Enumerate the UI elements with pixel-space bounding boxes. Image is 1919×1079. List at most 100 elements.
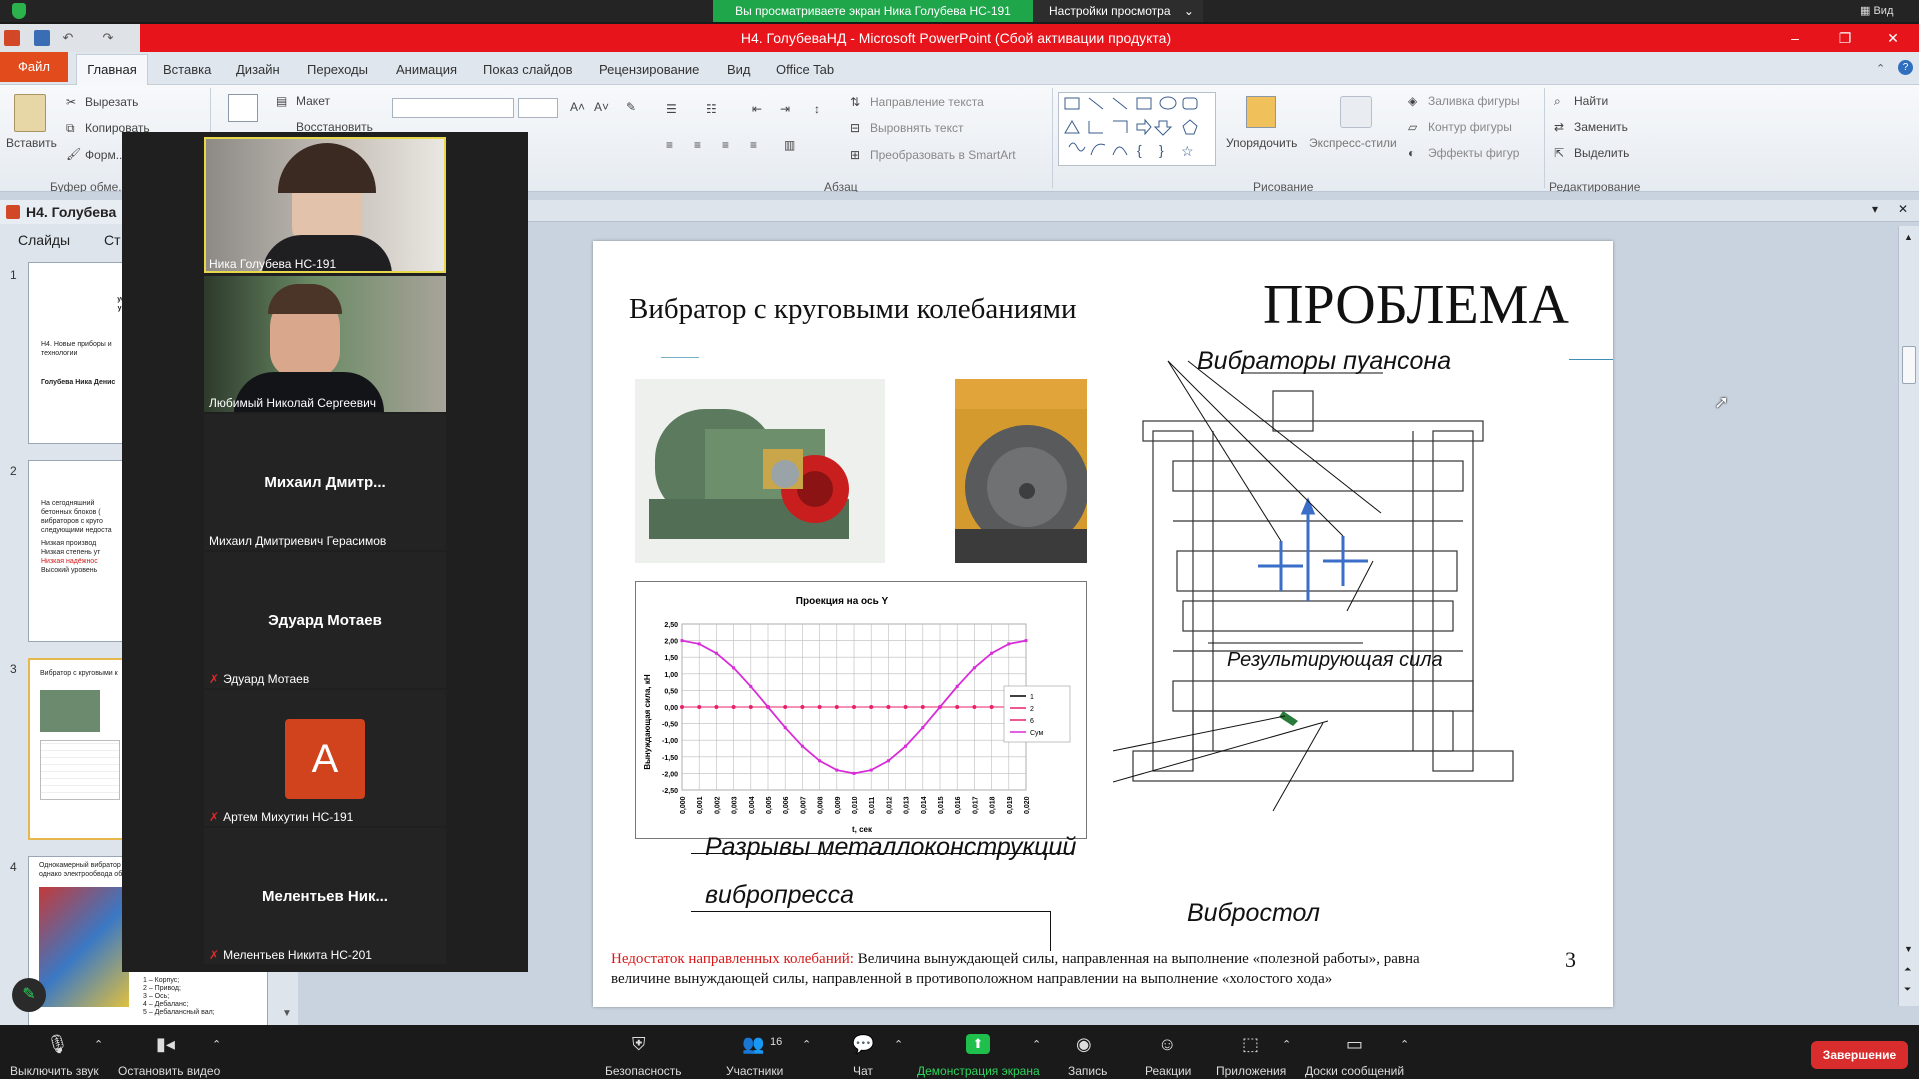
- tab-design[interactable]: Дизайн: [236, 62, 280, 77]
- whiteboards-button[interactable]: Доски сообщений: [1305, 1064, 1404, 1078]
- chevron-up-icon[interactable]: ⌃: [802, 1038, 811, 1051]
- chevron-up-icon[interactable]: ⌃: [1400, 1038, 1409, 1051]
- participants-icon[interactable]: 👥: [742, 1034, 764, 1055]
- font-name-select[interactable]: [392, 98, 514, 118]
- file-tab[interactable]: Файл: [0, 52, 68, 82]
- line-spacing-icon[interactable]: ↕: [814, 102, 820, 116]
- tab-home[interactable]: Главная: [76, 54, 148, 85]
- chevron-up-icon[interactable]: ⌃: [1032, 1038, 1041, 1051]
- tab-outline[interactable]: Ст: [104, 232, 121, 248]
- tab-slides[interactable]: Слайды: [18, 232, 70, 248]
- divider: [1544, 88, 1545, 188]
- reactions-icon[interactable]: ☺: [1158, 1034, 1176, 1055]
- chevron-up-icon[interactable]: ⌃: [212, 1038, 221, 1051]
- arrange-button[interactable]: Упорядочить: [1226, 136, 1297, 150]
- help-icon[interactable]: ?: [1898, 60, 1913, 75]
- bullets-icon[interactable]: ☰: [666, 102, 677, 116]
- smartart-button[interactable]: Преобразовать в SmartArt: [870, 148, 1016, 162]
- video-camera-icon[interactable]: ▮◂: [156, 1034, 175, 1055]
- paste-button[interactable]: Вставить: [6, 136, 57, 150]
- font-grow-icon[interactable]: A˄: [570, 100, 585, 114]
- format-painter-button[interactable]: Форм...: [85, 148, 126, 162]
- annotate-icon[interactable]: ✎: [12, 978, 46, 1012]
- view-menu-button[interactable]: ▦ Вид: [1860, 0, 1919, 22]
- numbering-icon[interactable]: ☷: [706, 102, 717, 116]
- replace-button[interactable]: Заменить: [1574, 120, 1628, 134]
- end-meeting-button[interactable]: Завершение: [1811, 1041, 1908, 1069]
- restore-icon[interactable]: ❐: [1822, 24, 1868, 52]
- tab-review[interactable]: Рецензирование: [599, 62, 699, 77]
- quick-styles-button[interactable]: Экспресс-стили: [1309, 136, 1397, 150]
- shape-effects-button[interactable]: Эффекты фигур: [1428, 146, 1519, 160]
- share-screen-button[interactable]: Демонстрация экрана: [917, 1064, 1040, 1078]
- security-shield-icon[interactable]: ⛨: [632, 1034, 646, 1055]
- undo-icon[interactable]: ↶: [60, 30, 76, 46]
- clear-format-icon[interactable]: ✎: [626, 100, 636, 114]
- tab-animation[interactable]: Анимация: [396, 62, 457, 77]
- document-icon: [6, 205, 20, 219]
- justify-icon[interactable]: ≡: [750, 138, 757, 152]
- cut-button[interactable]: Вырезать: [85, 95, 138, 109]
- columns-icon[interactable]: ▥: [784, 138, 795, 152]
- tab-insert[interactable]: Вставка: [163, 62, 211, 77]
- minimize-icon[interactable]: –: [1772, 24, 1818, 52]
- record-icon[interactable]: ◉: [1076, 1034, 1092, 1055]
- microphone-icon[interactable]: 🎙: [46, 1034, 69, 1055]
- new-slide-icon[interactable]: [228, 94, 258, 122]
- redo-icon[interactable]: ↷: [100, 30, 116, 46]
- paste-icon[interactable]: [14, 94, 46, 132]
- font-size-select[interactable]: [518, 98, 558, 118]
- align-left-icon[interactable]: ≡: [666, 138, 673, 152]
- video-tile-1[interactable]: [204, 137, 446, 273]
- chevron-up-icon[interactable]: ⌃: [1282, 1038, 1291, 1051]
- tab-transitions[interactable]: Переходы: [307, 62, 368, 77]
- scroll-up-icon[interactable]: ▲: [1904, 232, 1913, 242]
- apps-button[interactable]: Приложения: [1216, 1064, 1286, 1078]
- scroll-thumb[interactable]: [1902, 346, 1916, 384]
- quick-styles-icon[interactable]: [1340, 96, 1372, 128]
- chevron-up-icon[interactable]: ⌃: [894, 1038, 903, 1051]
- record-button[interactable]: Запись: [1068, 1064, 1107, 1078]
- arrange-icon[interactable]: [1246, 96, 1276, 128]
- tab-office[interactable]: Office Tab: [776, 62, 834, 77]
- tab-slideshow[interactable]: Показ слайдов: [483, 62, 573, 77]
- view-options-button[interactable]: Настройки просмотра ⌄: [1033, 0, 1203, 22]
- whiteboard-icon[interactable]: ▭: [1346, 1034, 1363, 1055]
- participants-button[interactable]: Участники: [726, 1064, 783, 1078]
- increase-indent-icon[interactable]: ⇥: [780, 102, 790, 116]
- security-button[interactable]: Безопасность: [605, 1064, 682, 1078]
- tab-view[interactable]: Вид: [727, 62, 751, 77]
- slide-canvas[interactable]: Вибратор с круговыми колебаниями ПРОБЛЕМ…: [593, 241, 1613, 1007]
- chat-button[interactable]: Чат: [853, 1064, 873, 1078]
- save-icon[interactable]: [34, 30, 50, 46]
- layout-button[interactable]: Макет: [296, 94, 330, 108]
- align-right-icon[interactable]: ≡: [722, 138, 729, 152]
- decrease-indent-icon[interactable]: ⇤: [752, 102, 762, 116]
- select-button[interactable]: Выделить: [1574, 146, 1629, 160]
- apps-icon[interactable]: ⬚: [1242, 1034, 1259, 1055]
- font-shrink-icon[interactable]: A˅: [594, 100, 609, 114]
- reactions-button[interactable]: Реакции: [1145, 1064, 1191, 1078]
- text-direction-button[interactable]: Направление текста: [870, 95, 984, 109]
- scroll-down-icon[interactable]: ▼: [282, 1008, 292, 1019]
- share-screen-icon[interactable]: ⬆: [966, 1034, 990, 1054]
- tab-list-icon[interactable]: ▾: [1872, 202, 1878, 216]
- prev-slide-icon[interactable]: ⏶: [1904, 964, 1911, 975]
- stop-video-button[interactable]: Остановить видео: [118, 1064, 220, 1078]
- scroll-down-icon[interactable]: ▼: [1904, 944, 1913, 954]
- shape-outline-button[interactable]: Контур фигуры: [1428, 120, 1512, 134]
- shapes-gallery[interactable]: { } ☆: [1058, 92, 1216, 166]
- close-doc-icon[interactable]: ✕: [1898, 202, 1908, 216]
- find-button[interactable]: Найти: [1574, 94, 1608, 108]
- chevron-up-icon[interactable]: ⌃: [94, 1038, 103, 1051]
- mute-button[interactable]: Выключить звук: [10, 1064, 99, 1078]
- minimize-ribbon-icon[interactable]: ⌃: [1876, 62, 1885, 75]
- video-tile-2[interactable]: [204, 276, 446, 412]
- vertical-scrollbar[interactable]: ▲ ▼ ⏶ ⏷: [1898, 226, 1919, 1006]
- align-center-icon[interactable]: ≡: [694, 138, 701, 152]
- next-slide-icon[interactable]: ⏷: [1904, 984, 1911, 995]
- align-text-button[interactable]: Выровнять текст: [870, 121, 963, 135]
- close-icon[interactable]: ✕: [1870, 24, 1916, 52]
- shape-fill-button[interactable]: Заливка фигуры: [1428, 94, 1520, 108]
- chat-icon[interactable]: 💬: [852, 1034, 874, 1055]
